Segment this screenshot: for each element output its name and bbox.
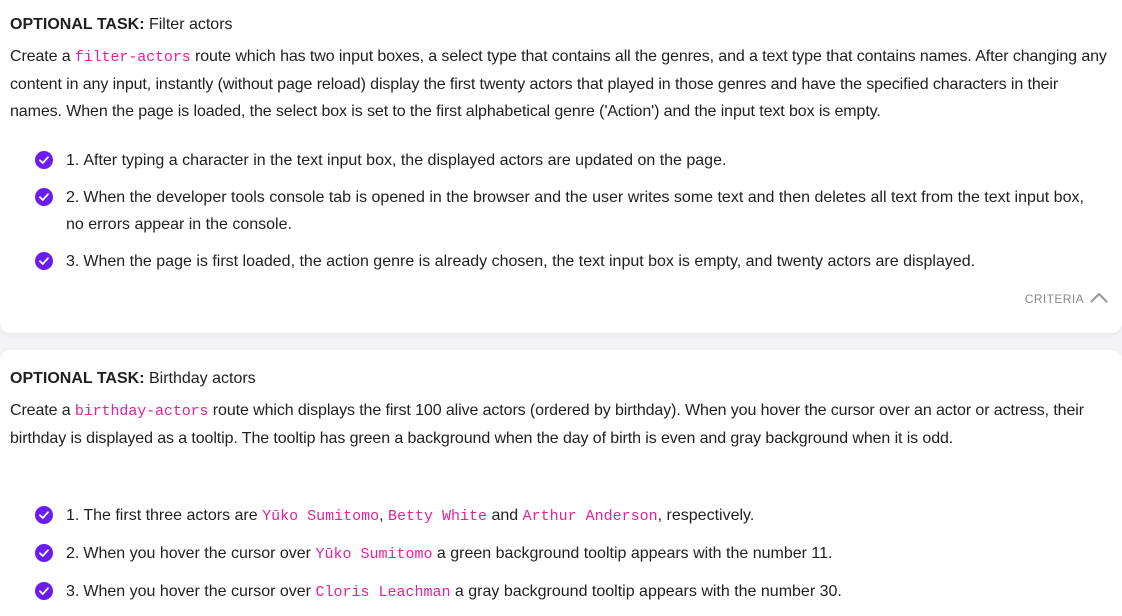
task-name: Filter actors: [144, 16, 233, 33]
task-description: Create a filter-actors route which has t…: [10, 43, 1110, 125]
criteria-item: 2. When the developer tools console tab i…: [0, 184, 1122, 238]
route-code: birthday-actors: [74, 403, 209, 420]
criteria-number: 1.: [66, 152, 80, 169]
check-circle-icon: [35, 582, 53, 600]
criteria-number: 3.: [66, 253, 80, 270]
criteria-item: 3. When the page is first loaded, the act…: [0, 248, 1122, 275]
check-circle-icon: [35, 506, 53, 524]
criteria-text: After typing a character in the text inp…: [83, 152, 727, 169]
desc-text: Create a: [10, 48, 75, 65]
criteria-text: and: [487, 507, 523, 524]
actor-name-code: Yūko Sumitomo: [315, 546, 433, 563]
actor-name-code: Yūko Sumitomo: [262, 508, 380, 525]
criteria-item: 1. The first three actors are Yūko Sumito…: [0, 502, 1122, 530]
criteria-text: a gray background tooltip appears with t…: [450, 583, 842, 600]
criteria-text: When the developer tools console tab is …: [66, 189, 1084, 233]
task-description: Create a birthday-actors route which dis…: [10, 397, 1110, 452]
criteria-item: 3. When you hover the cursor over Cloris …: [0, 578, 1122, 606]
actor-name-code: Betty White: [388, 508, 488, 525]
criteria-number: 3.: [66, 583, 80, 600]
criteria-list: 1. After typing a character in the text i…: [0, 147, 1122, 285]
criteria-item: 1. After typing a character in the text i…: [0, 147, 1122, 174]
route-code: filter-actors: [74, 49, 191, 66]
task-card-filter-actors: OPTIONAL TASK: Filter actors Create a fi…: [0, 0, 1122, 333]
criteria-text: a green background tooltip appears with …: [432, 545, 833, 562]
task-label: OPTIONAL TASK:: [10, 370, 145, 387]
task-title: OPTIONAL TASK: Birthday actors: [10, 369, 256, 389]
criteria-text: ,: [379, 507, 388, 524]
task-label: OPTIONAL TASK:: [10, 16, 145, 33]
check-circle-icon: [35, 252, 53, 270]
criteria-number: 1.: [66, 507, 80, 524]
criteria-text: The first three actors are: [83, 507, 263, 524]
criteria-text: When you hover the cursor over: [83, 545, 316, 562]
actor-name-code: Arthur Anderson: [522, 508, 658, 525]
check-circle-icon: [35, 151, 53, 169]
criteria-number: 2.: [66, 189, 80, 206]
task-name: Birthday actors: [144, 370, 256, 387]
check-circle-icon: [35, 188, 53, 206]
desc-text: Create a: [10, 402, 75, 419]
criteria-item: 2. When you hover the cursor over Yūko Su…: [0, 540, 1122, 568]
criteria-text: When the page is first loaded, the actio…: [83, 253, 976, 270]
check-circle-icon: [35, 544, 53, 562]
task-card-birthday-actors: OPTIONAL TASK: Birthday actors Create a …: [0, 350, 1122, 616]
chevron-up-icon: [1090, 292, 1108, 306]
criteria-text: , respectively.: [657, 507, 755, 524]
actor-name-code: Cloris Leachman: [315, 584, 451, 601]
criteria-number: 2.: [66, 545, 80, 562]
criteria-text: When you hover the cursor over: [83, 583, 316, 600]
criteria-toggle-button[interactable]: CRITERIA: [1025, 292, 1108, 306]
criteria-list: 1. The first three actors are Yūko Sumito…: [0, 502, 1122, 616]
task-title: OPTIONAL TASK: Filter actors: [10, 15, 233, 35]
criteria-toggle-label: CRITERIA: [1024, 292, 1084, 306]
page: OPTIONAL TASK: Filter actors Create a fi…: [0, 0, 1122, 616]
